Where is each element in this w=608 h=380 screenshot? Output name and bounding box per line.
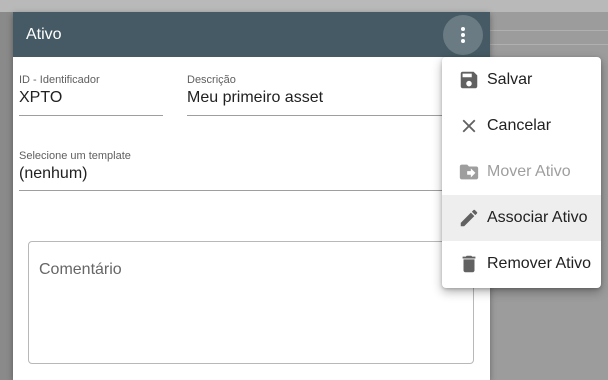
backdrop-divider: [490, 44, 608, 45]
template-select[interactable]: Selecione um template (nenhum): [19, 150, 450, 191]
menu-item-remover-ativo[interactable]: Remover Ativo: [442, 241, 601, 287]
pencil-icon: [458, 207, 480, 229]
template-select-label: Selecione um template: [19, 150, 131, 162]
id-field-label: ID - Identificador: [19, 74, 100, 86]
menu-item-label: Associar Ativo: [487, 209, 588, 226]
menu-item-label: Cancelar: [487, 117, 552, 134]
dialog-title: Ativo: [26, 26, 62, 43]
backdrop-top-strip: [0, 0, 608, 12]
save-icon: [458, 69, 480, 91]
close-icon: [458, 115, 480, 137]
asset-dialog: Ativo ID - Identificador XPTO Descrição …: [13, 12, 490, 380]
backdrop-divider: [490, 30, 608, 31]
template-select-underline: [19, 190, 450, 191]
id-field-value: XPTO: [19, 89, 63, 106]
comment-textarea[interactable]: Comentário: [28, 241, 474, 364]
actions-menu: Salvar Cancelar Mover Ativo Associar Ati…: [442, 57, 601, 288]
description-field-label: Descrição: [187, 74, 236, 86]
template-select-value: (nenhum): [19, 165, 88, 182]
more-vert-icon: [461, 27, 465, 43]
trash-icon: [458, 253, 480, 275]
more-options-button[interactable]: [443, 15, 483, 55]
dialog-toolbar: Ativo: [13, 12, 490, 57]
menu-item-label: Salvar: [487, 71, 533, 88]
menu-item-salvar[interactable]: Salvar: [442, 57, 601, 103]
id-field-underline: [19, 115, 163, 116]
menu-item-mover-ativo: Mover Ativo: [442, 149, 601, 195]
comment-placeholder: Comentário: [39, 261, 122, 278]
menu-item-associar-ativo[interactable]: Associar Ativo: [442, 195, 601, 241]
menu-item-cancelar[interactable]: Cancelar: [442, 103, 601, 149]
menu-item-label: Remover Ativo: [487, 255, 592, 272]
description-field-value: Meu primeiro asset: [187, 89, 324, 106]
id-field[interactable]: ID - Identificador XPTO: [19, 74, 163, 116]
description-field[interactable]: Descrição Meu primeiro asset: [187, 74, 450, 116]
menu-item-label: Mover Ativo: [487, 163, 571, 180]
move-folder-icon: [458, 161, 480, 183]
description-field-underline: [187, 115, 450, 116]
